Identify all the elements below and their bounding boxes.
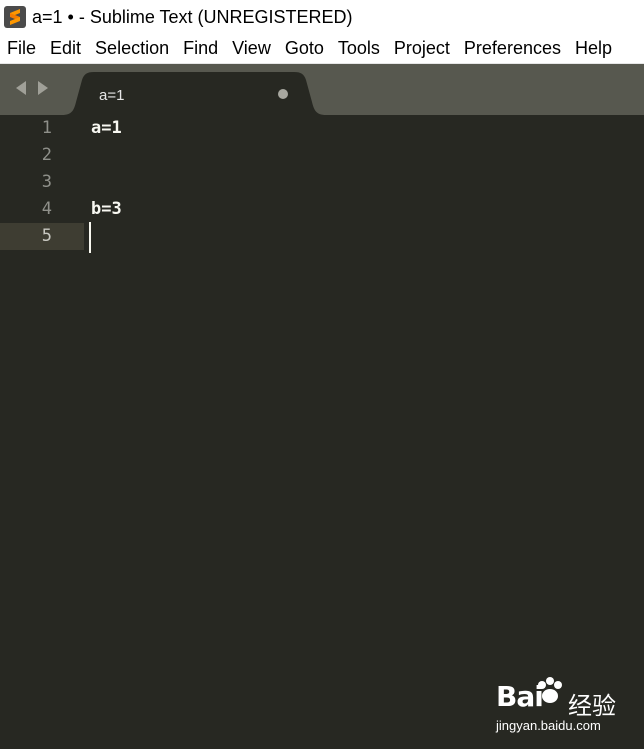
paw-icon — [538, 677, 562, 703]
baidu-watermark: Bai 经验 jingyan.baidu.com — [496, 677, 636, 740]
menu-goto[interactable]: Goto — [278, 38, 331, 59]
menu-bar: File Edit Selection Find View Goto Tools… — [0, 34, 644, 64]
line-number: 3 — [41, 172, 52, 192]
menu-tools[interactable]: Tools — [331, 38, 387, 59]
title-bar: a=1 • - Sublime Text (UNREGISTERED) — [0, 0, 644, 34]
menu-project[interactable]: Project — [387, 38, 457, 59]
menu-edit[interactable]: Edit — [43, 38, 88, 59]
unsaved-dot-icon[interactable] — [278, 89, 288, 99]
line-number: 1 — [41, 118, 52, 138]
line-number: 2 — [41, 145, 52, 165]
menu-find[interactable]: Find — [176, 38, 225, 59]
arrow-left-icon[interactable] — [14, 80, 28, 96]
menu-file[interactable]: File — [0, 38, 43, 59]
tab-navigation — [14, 80, 50, 96]
sublime-text-icon — [4, 6, 26, 28]
line-number-active-label: 5 — [41, 226, 52, 246]
line-number-active: 5 — [0, 223, 84, 250]
menu-selection[interactable]: Selection — [88, 38, 176, 59]
tab-a1[interactable]: a=1 — [62, 72, 326, 115]
code-line[interactable]: b=3 — [91, 196, 122, 223]
tab-bar: a=1 — [0, 64, 644, 115]
window-title: a=1 • - Sublime Text (UNREGISTERED) — [32, 6, 353, 27]
menu-preferences[interactable]: Preferences — [457, 38, 568, 59]
menu-help[interactable]: Help — [568, 38, 619, 59]
tab-label: a=1 — [99, 87, 125, 104]
editor-area[interactable]: 1 2 3 4 5 a=1 b=3 — [0, 115, 644, 749]
text-cursor — [89, 222, 91, 253]
line-number-gutter: 1 2 3 4 5 — [0, 115, 84, 749]
code-line[interactable]: a=1 — [91, 115, 122, 142]
arrow-right-icon[interactable] — [36, 80, 50, 96]
line-number: 4 — [41, 199, 52, 219]
watermark-suffix: 经验 — [568, 693, 616, 720]
menu-view[interactable]: View — [225, 38, 278, 59]
watermark-url: jingyan.baidu.com — [496, 718, 601, 733]
